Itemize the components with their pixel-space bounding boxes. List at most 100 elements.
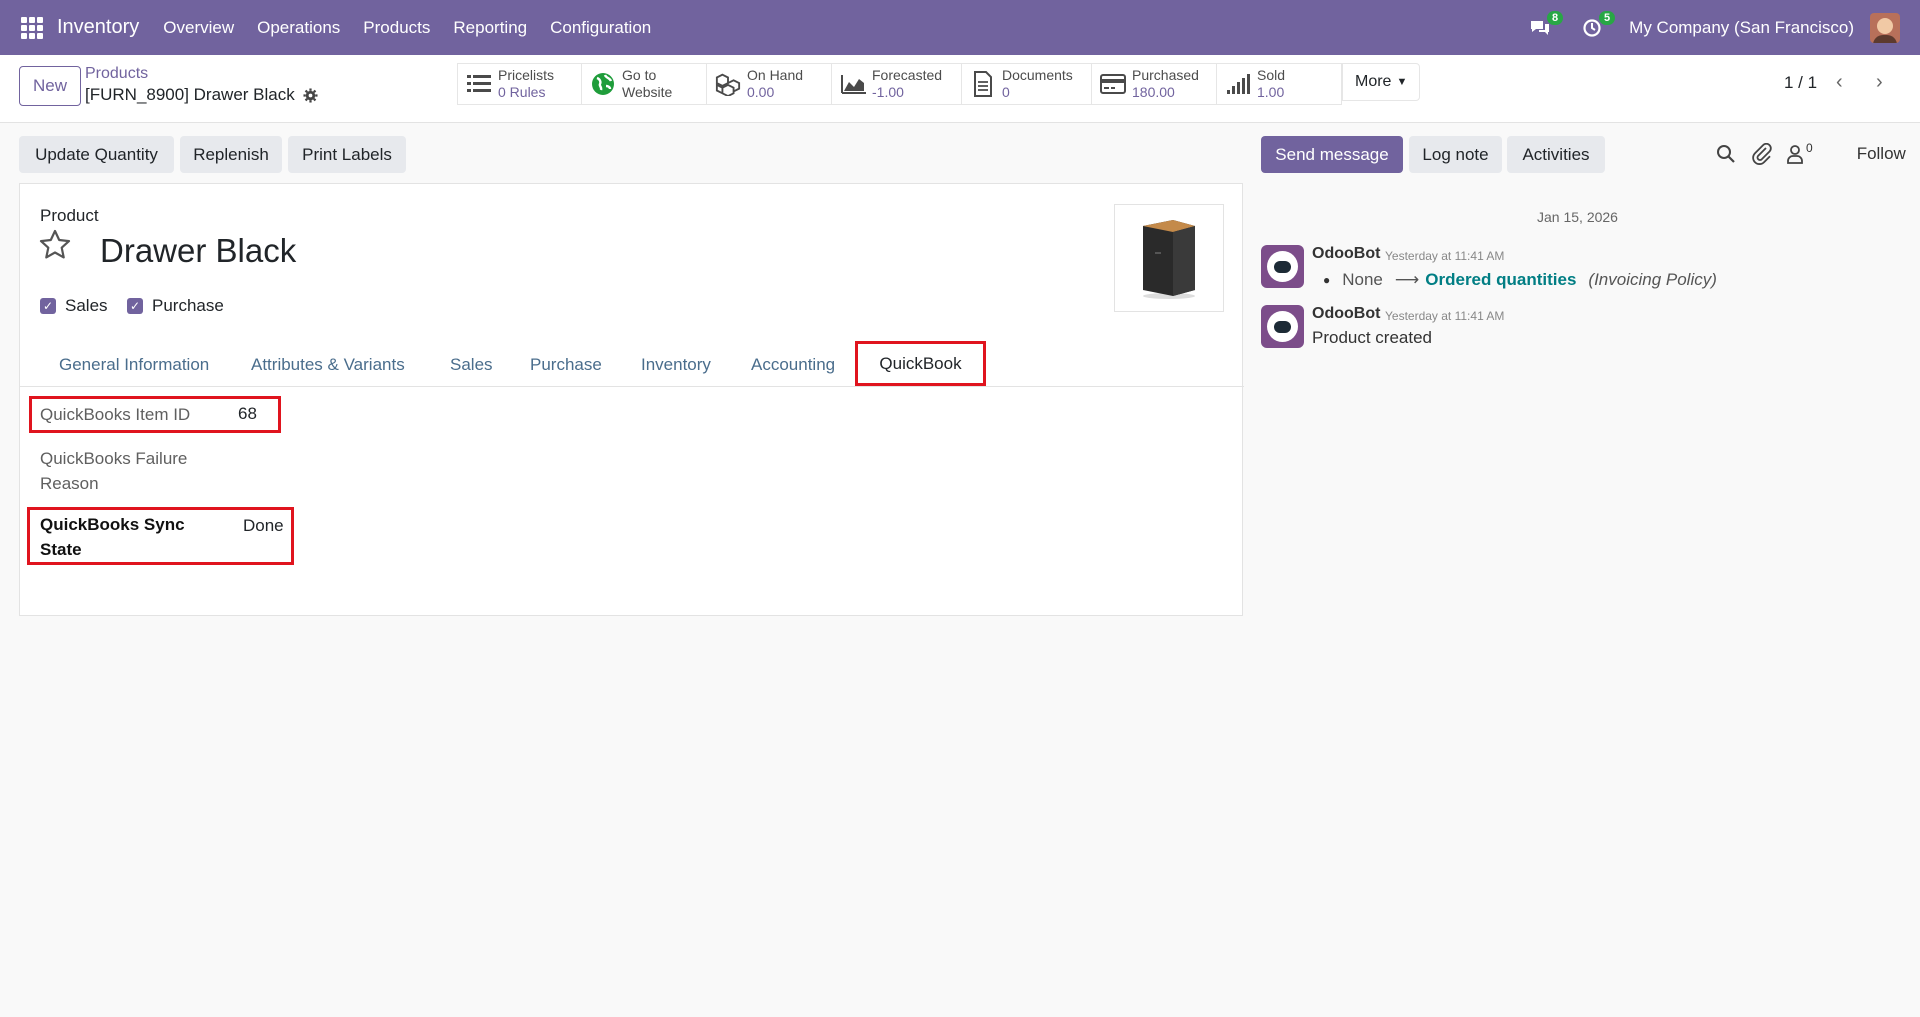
search-icon[interactable]: [1716, 144, 1736, 164]
sold-label: Sold: [1257, 67, 1286, 83]
paperclip-icon[interactable]: [1752, 143, 1772, 165]
sales-checkbox[interactable]: ✓: [40, 298, 56, 314]
sold-value: 1.00: [1257, 84, 1285, 100]
message-time: Yesterday at 11:41 AM: [1385, 309, 1505, 323]
credit-card-icon: [1100, 71, 1126, 97]
update-quantity-button[interactable]: Update Quantity: [19, 136, 174, 173]
sold-button[interactable]: Sold 1.00: [1217, 63, 1342, 105]
menu-reporting[interactable]: Reporting: [453, 18, 527, 38]
previous-record-icon[interactable]: ‹: [1836, 71, 1843, 94]
more-dropdown[interactable]: More ▼: [1342, 63, 1421, 101]
product-image[interactable]: [1114, 204, 1224, 312]
tab-sales[interactable]: Sales: [450, 355, 493, 375]
activities-button-chatter[interactable]: Activities: [1507, 136, 1605, 173]
control-panel: New Products [FURN_8900] Drawer Black Pr…: [0, 55, 1920, 123]
date-separator: Jan 15, 2026: [1537, 209, 1618, 225]
app-brand[interactable]: Inventory: [57, 16, 139, 39]
documents-button[interactable]: Documents 0: [962, 63, 1092, 105]
activities-count-badge: 5: [1599, 10, 1616, 25]
forecasted-value: -1.00: [872, 84, 904, 100]
new-value: Ordered quantities: [1425, 270, 1577, 289]
go-to-label: Go to: [622, 67, 657, 83]
breadcrumb-products[interactable]: Products: [85, 65, 148, 83]
message-author[interactable]: OdooBot: [1312, 305, 1380, 323]
followers-icon[interactable]: [1786, 144, 1804, 164]
messages-button[interactable]: 8: [1525, 10, 1564, 43]
document-icon: [970, 71, 996, 97]
message-time: Yesterday at 11:41 AM: [1385, 249, 1505, 263]
purchase-checkbox-label: Purchase: [152, 296, 224, 315]
menu-products[interactable]: Products: [363, 18, 430, 38]
sales-checkbox-row[interactable]: ✓ Sales: [40, 296, 108, 316]
bullet-icon: ●: [1323, 273, 1331, 287]
quickbooks-failure-reason-label-line2: Reason: [40, 474, 99, 493]
purchased-button[interactable]: Purchased 180.00: [1092, 63, 1217, 105]
log-note-button[interactable]: Log note: [1409, 136, 1502, 173]
website-label: Website: [622, 84, 673, 100]
next-record-icon[interactable]: ›: [1876, 71, 1883, 94]
cubes-icon: [715, 71, 741, 97]
sales-checkbox-label: Sales: [65, 296, 108, 315]
pager-value[interactable]: 1 / 1: [1784, 73, 1817, 93]
purchase-checkbox-row[interactable]: ✓ Purchase: [127, 296, 224, 316]
record-title-text: [FURN_8900] Drawer Black: [85, 85, 295, 104]
send-message-button[interactable]: Send message: [1261, 136, 1403, 173]
quickbooks-item-id-label: QuickBooks Item ID: [40, 405, 191, 424]
documents-value: 0: [1002, 84, 1010, 100]
globe-icon: [590, 71, 616, 97]
documents-label: Documents: [1002, 67, 1073, 83]
new-button[interactable]: New: [19, 66, 81, 106]
product-name[interactable]: Drawer Black: [100, 232, 296, 270]
go-to-website-button[interactable]: Go to Website: [582, 63, 707, 105]
area-chart-icon: [840, 71, 866, 97]
messages-count-badge: 8: [1547, 10, 1564, 25]
old-value: None: [1342, 270, 1383, 289]
apps-menu-icon[interactable]: [21, 16, 43, 39]
purchased-value: 180.00: [1132, 84, 1175, 100]
chatter-toolbar: 0 Follow: [1716, 141, 1906, 165]
gear-icon[interactable]: [303, 87, 318, 103]
menu-configuration[interactable]: Configuration: [550, 18, 651, 38]
follow-button[interactable]: Follow: [1857, 144, 1906, 164]
message-body: Product created: [1312, 328, 1433, 347]
tab-inventory[interactable]: Inventory: [641, 355, 711, 375]
purchased-label: Purchased: [1132, 67, 1199, 83]
purchase-checkbox[interactable]: ✓: [127, 298, 143, 314]
on-hand-label: On Hand: [747, 67, 804, 83]
menu-overview[interactable]: Overview: [163, 18, 234, 38]
pricelists-button[interactable]: Pricelists 0 Rules: [457, 63, 582, 105]
company-switcher[interactable]: My Company (San Francisco): [1629, 18, 1854, 38]
more-label: More: [1355, 73, 1392, 90]
replenish-button[interactable]: Replenish: [180, 136, 282, 173]
tracking-change: ● None ⟶ Ordered quantities (Invoicing P…: [1323, 270, 1717, 290]
star-icon[interactable]: [38, 228, 72, 262]
odoobot-avatar[interactable]: [1261, 305, 1304, 348]
arrow-right-icon: ⟶: [1394, 270, 1420, 289]
quickbooks-sync-state-label-line2: State: [40, 540, 82, 559]
activities-button[interactable]: 5: [1577, 10, 1616, 43]
quickbooks-sync-state-value[interactable]: Done: [243, 516, 284, 536]
product-label: Product: [40, 206, 99, 225]
odoobot-avatar[interactable]: [1261, 245, 1304, 288]
form-tabs: General Information Attributes & Variant…: [20, 342, 1244, 387]
forecasted-label: Forecasted: [872, 67, 943, 83]
forecasted-button[interactable]: Forecasted -1.00: [832, 63, 962, 105]
quickbooks-item-id-value[interactable]: 68: [238, 404, 257, 424]
menu-operations[interactable]: Operations: [257, 18, 340, 38]
tab-general-information[interactable]: General Information: [59, 355, 209, 375]
followers-count: 0: [1806, 141, 1813, 155]
print-labels-button[interactable]: Print Labels: [288, 136, 406, 173]
quickbooks-sync-state-label-line1: QuickBooks Sync: [40, 515, 185, 534]
tab-quickbook[interactable]: QuickBook: [855, 341, 986, 386]
tab-purchase[interactable]: Purchase: [530, 355, 602, 375]
tab-accounting[interactable]: Accounting: [751, 355, 835, 375]
signal-bars-icon: [1225, 71, 1251, 97]
tab-attributes-variants[interactable]: Attributes & Variants: [251, 355, 405, 375]
user-avatar[interactable]: [1870, 12, 1900, 43]
caret-down-icon: ▼: [1396, 76, 1408, 88]
quickbooks-failure-reason-label-line1: QuickBooks Failure: [40, 449, 188, 468]
message-author[interactable]: OdooBot: [1312, 245, 1380, 263]
record-title: [FURN_8900] Drawer Black: [85, 85, 318, 105]
on-hand-button[interactable]: On Hand 0.00: [707, 63, 832, 105]
on-hand-value: 0.00: [747, 84, 775, 100]
